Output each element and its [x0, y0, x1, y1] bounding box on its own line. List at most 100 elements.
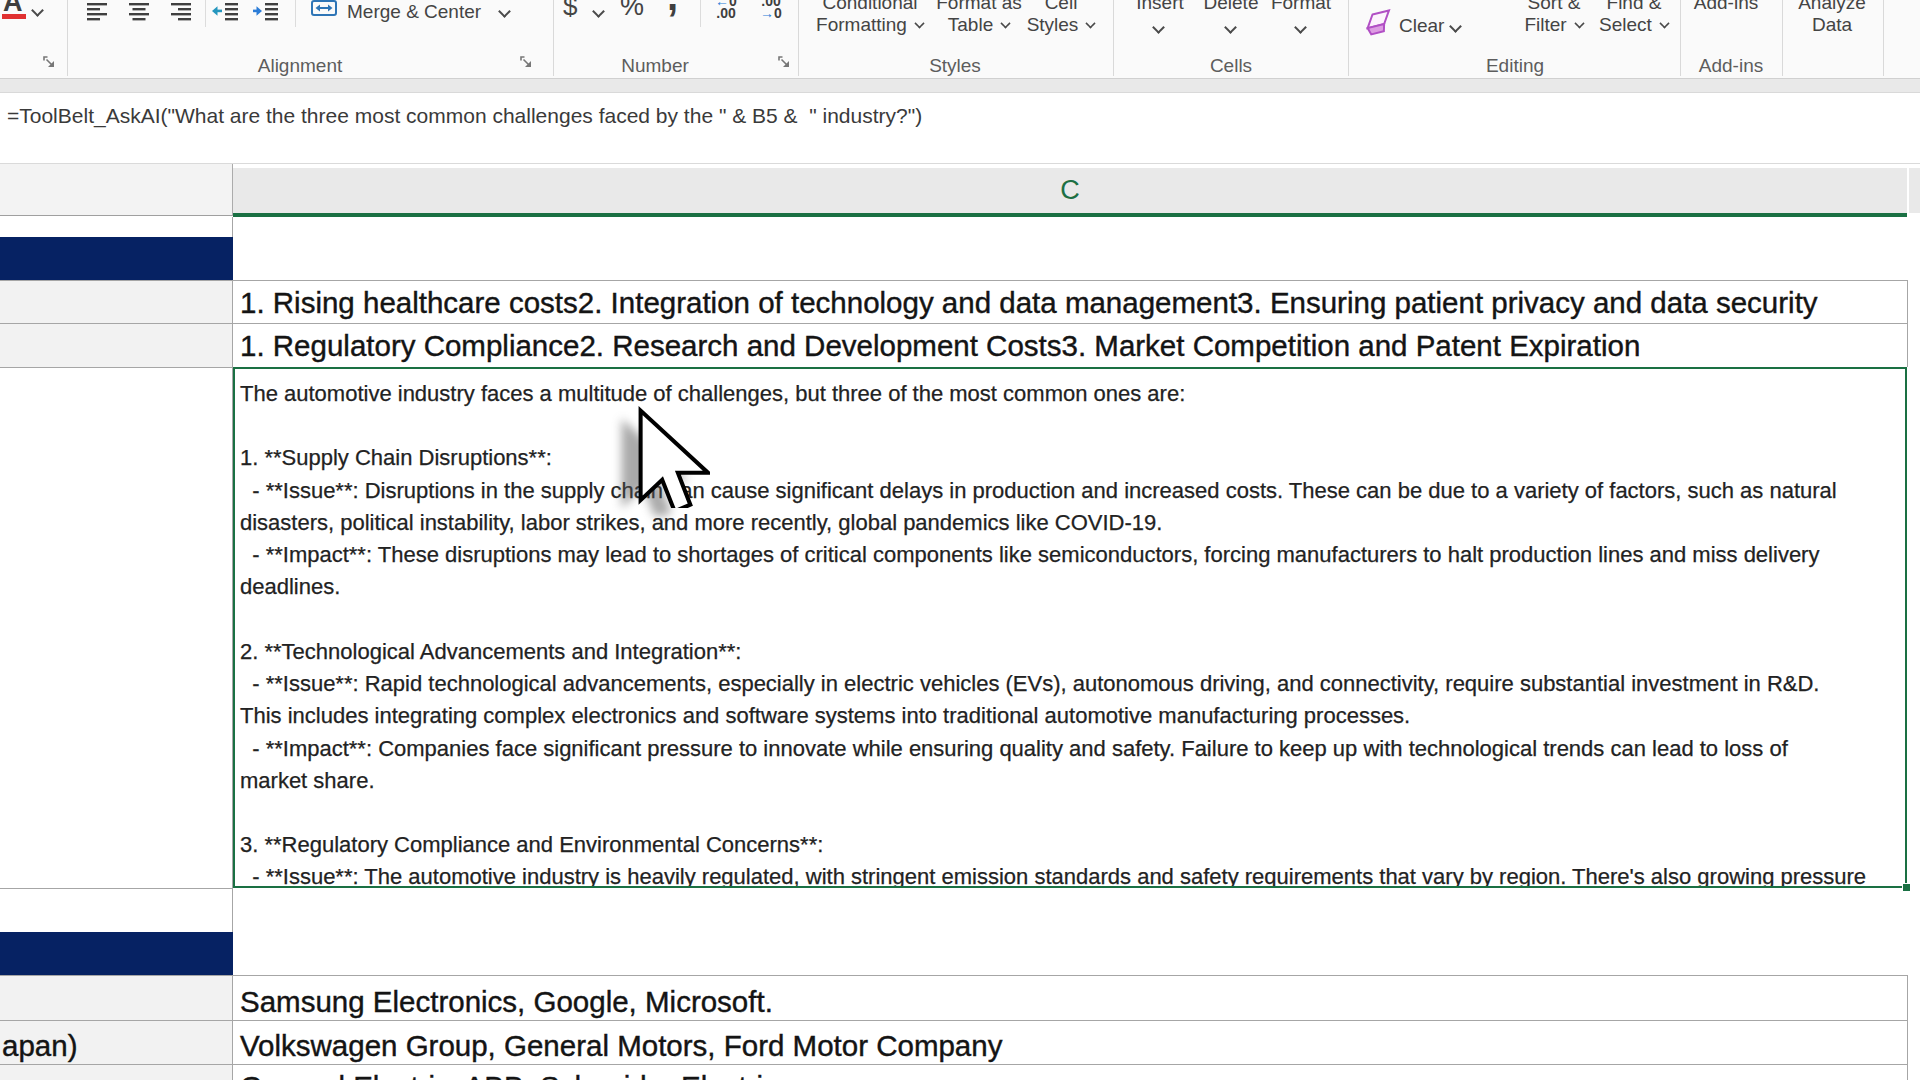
formula-bar[interactable]: =ToolBelt_AskAI("What are the three most…	[0, 93, 1920, 163]
find-select-button-line2[interactable]: Select	[1592, 14, 1676, 36]
column-header-c-label: C	[1060, 175, 1080, 205]
alignment-group-label: Alignment	[240, 55, 360, 77]
group-divider	[1883, 0, 1884, 76]
merge-center-icon[interactable]	[311, 0, 337, 20]
font-color-chevron-icon[interactable]	[31, 4, 44, 17]
merge-center-chevron-icon[interactable]	[498, 5, 511, 18]
separator	[295, 0, 296, 27]
number-dialog-launcher-icon[interactable]	[777, 55, 792, 70]
column-header-c[interactable]: C	[233, 168, 1907, 213]
align-center-icon[interactable]	[129, 1, 151, 21]
group-divider	[798, 0, 799, 76]
format-button[interactable]: Format	[1266, 0, 1336, 14]
cell-styles-button[interactable]: Cell	[1022, 0, 1100, 14]
cell-b4[interactable]	[0, 280, 232, 323]
clear-eraser-icon[interactable]	[1361, 7, 1399, 42]
excel-window: A Merge & Center Alignment $ % , ←0.00 .…	[0, 0, 1920, 1080]
cell-c6-line: disasters, political instability, labor …	[240, 510, 1162, 536]
cell-b8-navy[interactable]	[0, 932, 233, 975]
group-divider	[1113, 0, 1114, 76]
font-dialog-launcher-icon[interactable]	[42, 55, 57, 70]
decrease-indent-icon[interactable]	[212, 1, 239, 21]
format-chevron-icon[interactable]	[1294, 21, 1307, 34]
sort-filter-button[interactable]: Sort &	[1514, 0, 1594, 14]
column-header-d-sliver[interactable]	[1909, 168, 1920, 213]
group-divider	[553, 0, 554, 76]
cell-styles-button-line2[interactable]: Styles	[1022, 14, 1100, 36]
gridline	[0, 323, 1907, 324]
add-ins-button[interactable]: Add-ins	[1686, 0, 1766, 14]
sort-filter-button-line2[interactable]: Filter	[1514, 14, 1594, 36]
clear-chevron-icon[interactable]	[1449, 20, 1462, 33]
cell-c9-text[interactable]: Samsung Electronics, Google, Microsoft.	[240, 985, 773, 1019]
alignment-dialog-launcher-icon[interactable]	[519, 55, 534, 70]
cell-c4-text[interactable]: 1. Rising healthcare costs2. Integration…	[240, 286, 1818, 320]
gridline	[0, 1020, 1907, 1021]
insert-chevron-icon[interactable]	[1152, 21, 1165, 34]
cell-b5[interactable]	[0, 323, 232, 367]
separator	[205, 0, 206, 27]
cell-b10-text[interactable]: apan)	[2, 1029, 77, 1063]
format-as-table-button[interactable]: Format as	[936, 0, 1022, 14]
cell-c5-text[interactable]: 1. Regulatory Compliance2. Research and …	[240, 329, 1640, 363]
column-header-b[interactable]	[0, 164, 232, 216]
increase-decimal-button[interactable]: .00→0	[750, 0, 792, 19]
cell-c6-line: market share.	[240, 768, 375, 794]
conditional-formatting-button-line2[interactable]: Formatting	[808, 14, 932, 36]
analyze-data-button[interactable]: Analyze	[1785, 0, 1879, 14]
fill-handle[interactable]	[1902, 883, 1911, 892]
ribbon-gap-band	[0, 79, 1920, 92]
insert-button[interactable]: Insert	[1128, 0, 1192, 14]
gridline	[0, 367, 233, 368]
styles-group-label: Styles	[895, 55, 1015, 77]
cell-b9[interactable]	[0, 975, 232, 1020]
group-divider	[1782, 0, 1783, 76]
cell-styles-chevron-icon	[1086, 18, 1096, 28]
separator	[700, 0, 701, 27]
column-header-c-selection-bar	[233, 213, 1907, 217]
analyze-data-button-line2[interactable]: Data	[1785, 14, 1879, 36]
find-select-chevron-icon	[1659, 18, 1669, 28]
format-as-table-chevron-icon	[1001, 18, 1011, 28]
font-color-red-bar	[2, 14, 26, 19]
clear-button[interactable]: Clear	[1399, 15, 1444, 37]
decrease-decimal-button[interactable]: ←0.00	[705, 0, 747, 19]
cell-c10-text[interactable]: Volkswagen Group, General Motors, Ford M…	[240, 1029, 1002, 1063]
align-right-icon[interactable]	[171, 1, 193, 21]
merge-center-button[interactable]: Merge & Center	[347, 1, 481, 23]
currency-format-button[interactable]: $	[563, 0, 577, 22]
find-select-button[interactable]: Find &	[1592, 0, 1676, 14]
cell-c6-line: - **Impact**: Companies face significant…	[240, 736, 1788, 762]
cell-b11[interactable]	[0, 1064, 232, 1080]
sort-filter-chevron-icon	[1574, 18, 1584, 28]
delete-chevron-icon[interactable]	[1224, 21, 1237, 34]
percent-style-button[interactable]: %	[620, 0, 644, 22]
cell-c6-line: - **Issue**: Disruptions in the supply c…	[240, 478, 1837, 504]
group-divider	[67, 0, 68, 76]
cell-b2-navy[interactable]	[0, 237, 233, 280]
currency-chevron-icon[interactable]	[592, 5, 605, 18]
number-group-label: Number	[595, 55, 715, 77]
cell-c6-line: 3. **Regulatory Compliance and Environme…	[240, 832, 823, 858]
align-left-icon[interactable]	[87, 1, 109, 21]
gridline	[1907, 975, 1908, 1080]
cell-c11-text[interactable]: General Electric, ABB, Schneider Electri…	[240, 1070, 778, 1080]
conditional-formatting-button[interactable]: Conditional	[808, 0, 932, 14]
ribbon: A Merge & Center Alignment $ % , ←0.00 .…	[0, 0, 1920, 78]
gridline	[0, 888, 233, 889]
gridline	[1907, 280, 1908, 367]
comma-style-button[interactable]: ,	[667, 0, 678, 19]
increase-decimal-arrow-icon: →	[760, 5, 774, 21]
cell-c6-line: 2. **Technological Advancements and Inte…	[240, 639, 741, 665]
cell-c6-line: deadlines.	[240, 574, 340, 600]
conditional-formatting-chevron-icon	[914, 18, 924, 28]
cell-c6-line: - **Impact**: These disruptions may lead…	[240, 542, 1819, 568]
cell-c6-line: This includes integrating complex electr…	[240, 703, 1410, 729]
cell-c6-line: 1. **Supply Chain Disruptions**:	[240, 445, 552, 471]
delete-button[interactable]: Delete	[1198, 0, 1264, 14]
group-divider	[1348, 0, 1349, 76]
formula-text[interactable]: =ToolBelt_AskAI("What are the three most…	[7, 104, 922, 128]
format-as-table-button-line2[interactable]: Table	[936, 14, 1022, 36]
increase-indent-icon[interactable]	[252, 1, 279, 21]
gridline	[0, 975, 1907, 976]
